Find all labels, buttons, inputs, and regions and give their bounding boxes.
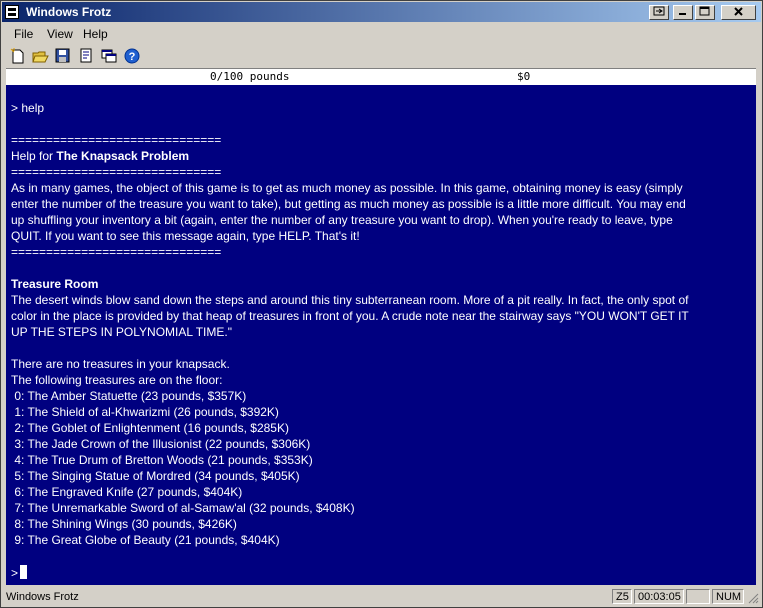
new-icon [10,48,24,64]
prompt-symbol: > [11,566,19,580]
rule-line: ============================== [11,133,222,147]
treasure-item: 3: The Jade Crown of the Illusionist (22… [11,437,311,451]
help-icon: ? [124,48,140,64]
room-text-line: color in the place is provided by that h… [11,309,689,323]
treasure-item: 6: The Engraved Knife (27 pounds, $404K) [11,485,243,499]
minimize-icon [679,13,686,15]
input-prompt[interactable]: > [11,565,28,581]
save-icon [55,48,70,63]
windows-button[interactable] [100,47,118,65]
story-version: Z5 [612,589,632,604]
toolbar: ? [2,45,761,67]
treasure-item: 5: The Singing Statue of Mordred (34 pou… [11,469,300,483]
room-title-text: Treasure Room [11,277,99,291]
menu-help[interactable]: Help [83,27,108,41]
rule-line: ============================== [11,245,222,259]
open-button[interactable] [31,47,49,65]
windows-icon [101,49,117,63]
rule-line: ============================== [11,165,222,179]
knapsack-text: There are no treasures in your knapsack. [11,357,230,371]
help-text-line: up shuffling your inventory a bit (again… [11,213,673,227]
treasure-item: 1: The Shield of al-Khwarizmi (26 pounds… [11,405,279,419]
maximize-icon [699,6,710,16]
command-line: > help [11,101,45,115]
treasure-item: 8: The Shining Wings (30 pounds, $426K) [11,517,237,531]
frotz-app-icon[interactable] [5,5,19,19]
maximize-button[interactable] [695,5,715,20]
room-text-line: UP THE STEPS IN POLYNOMIAL TIME." [11,325,232,339]
menu-file[interactable]: File [14,27,33,41]
status-text: Windows Frotz [6,591,79,603]
menu-bar: File View Help [2,24,761,44]
help-text-line: QUIT. If you want to see this message ag… [11,229,360,243]
treasure-item: 0: The Amber Statuette (23 pounds, $357K… [11,389,247,403]
help-heading: Help for The Knapsack Problem [11,149,189,164]
floor-text: The following treasures are on the floor… [11,373,223,387]
tray-icon [653,6,665,16]
help-prefix: Help for [11,149,57,163]
help-text-line: As in many games, the object of this gam… [11,181,683,195]
room-title: Treasure Room [11,277,98,292]
resize-grip-icon[interactable] [747,592,759,604]
minimize-button[interactable] [673,5,693,20]
treasure-item: 4: The True Drum of Bretton Woods (21 po… [11,453,313,467]
elapsed-time: 00:03:05 [634,589,684,604]
status-bar: Windows Frotz Z5 00:03:05 NUM [2,588,761,606]
svg-text:?: ? [129,51,136,63]
save-button[interactable] [54,47,72,65]
room-text-line: The desert winds blow sand down the step… [11,293,689,307]
close-button[interactable] [721,5,756,20]
game-text-window[interactable]: > help ============================== He… [6,85,756,585]
num-lock-indicator: NUM [712,589,744,604]
game-status-line: 0/100 pounds $0 [6,68,756,86]
help-button[interactable]: ? [123,47,141,65]
new-button[interactable] [9,47,27,65]
window-title: Windows Frotz [26,5,112,19]
restore-tray-button[interactable] [649,5,669,20]
status-blank [686,589,710,604]
weight-status: 0/100 pounds [210,70,290,83]
frotz-window: Windows Frotz File View Help ? 0/100 pou… [0,0,763,608]
treasure-item: 7: The Unremarkable Sword of al-Samaw'al… [11,501,355,515]
menu-view[interactable]: View [47,27,73,41]
open-icon [32,51,49,63]
title-bar: Windows Frotz [2,2,761,22]
money-status: $0 [517,70,531,83]
properties-button[interactable] [77,47,95,65]
treasure-item: 9: The Great Globe of Beauty (21 pounds,… [11,533,280,547]
text-cursor [20,565,28,579]
game-title: The Knapsack Problem [56,149,190,163]
treasure-item: 2: The Goblet of Enlightenment (16 pound… [11,421,289,435]
properties-icon [80,48,92,63]
close-icon [733,7,743,16]
help-text-line: enter the number of the treasure you wan… [11,197,686,211]
